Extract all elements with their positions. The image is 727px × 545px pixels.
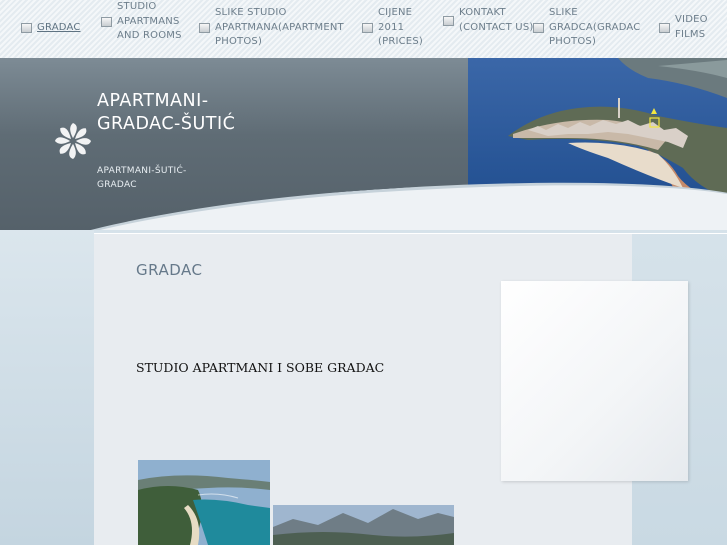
nav-item-label: GRADAC	[37, 22, 81, 33]
nav-bullet-icon	[199, 22, 210, 33]
nav-bullet-icon	[533, 22, 544, 33]
top-navigation: GRADAC STUDIO APARTMANS AND ROOMS SLIKE …	[0, 0, 727, 59]
content-divider	[94, 233, 727, 234]
nav-item-label: STUDIO APARTMANS AND ROOMS	[117, 1, 182, 41]
left-background-strip	[0, 230, 94, 545]
nav-bullet-icon	[21, 23, 32, 34]
nav-bullet-icon	[362, 22, 373, 33]
nav-item-gradac[interactable]: GRADAC	[21, 21, 81, 36]
mountain-coast-photo	[273, 505, 454, 545]
site-title[interactable]: APARTMANI-GRADAC-ŠUTIĆ	[97, 90, 237, 136]
nav-bullet-icon	[443, 15, 454, 26]
content-heading: STUDIO APARTMANI I SOBE GRADAC	[136, 360, 385, 375]
nav-item-label: SLIKE STUDIO APARTMANA(APARTMENT PHOTOS)	[215, 7, 344, 47]
nav-item-studio-apartmans[interactable]: STUDIO APARTMANS AND ROOMS	[101, 0, 187, 44]
nav-item-label: VIDEO FILMS	[675, 14, 708, 40]
pinwheel-logo-icon	[54, 122, 92, 160]
nav-item-prices[interactable]: CIJENE 2011 (PRICES)	[362, 6, 440, 50]
sidebar-panel	[501, 281, 688, 481]
nav-item-gradac-photos[interactable]: SLIKE GRADCA(GRADAC PHOTOS)	[533, 6, 649, 50]
nav-item-label: SLIKE GRADCA(GRADAC PHOTOS)	[549, 7, 641, 47]
nav-bullet-icon	[659, 22, 670, 33]
nav-item-contact[interactable]: KONTAKT (CONTACT US)	[443, 6, 537, 35]
beach-photo	[138, 460, 270, 545]
nav-bullet-icon	[101, 16, 112, 27]
nav-item-label: CIJENE 2011 (PRICES)	[378, 7, 423, 47]
page-title: GRADAC	[136, 261, 203, 279]
nav-item-apartment-photos[interactable]: SLIKE STUDIO APARTMANA(APARTMENT PHOTOS)	[199, 6, 355, 50]
nav-item-label: KONTAKT (CONTACT US)	[459, 7, 534, 33]
nav-item-video-films[interactable]: VIDEO FILMS	[659, 13, 715, 42]
site-header: APARTMANI-GRADAC-ŠUTIĆ APARTMANI-ŠUTIĆ-G…	[0, 58, 727, 230]
site-subtitle: APARTMANI-ŠUTIĆ-GRADAC	[97, 166, 187, 190]
